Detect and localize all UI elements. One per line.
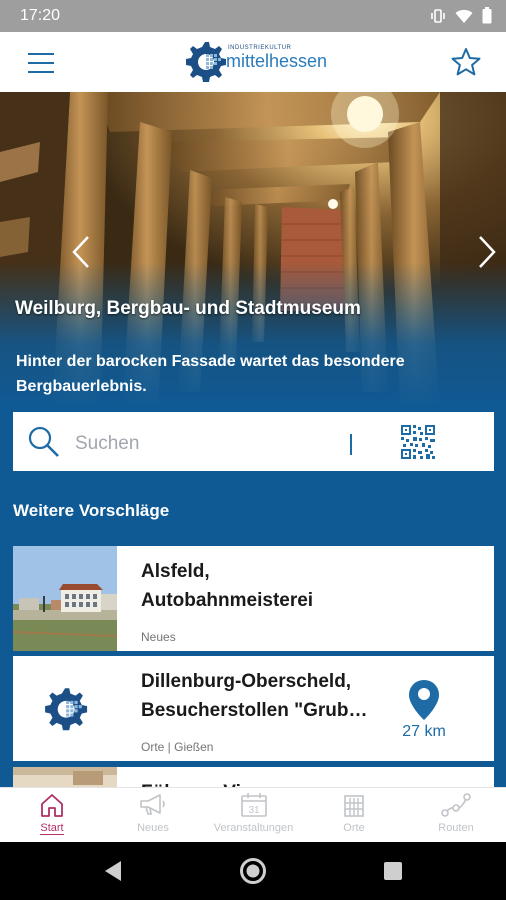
card-meta: Orte | Gießen — [141, 740, 214, 754]
hero-subtitle: Hinter der barocken Fassade wartet das b… — [16, 353, 405, 395]
system-navigation-bar — [0, 842, 506, 900]
star-outline-icon[interactable] — [450, 46, 482, 78]
wifi-icon — [455, 9, 473, 23]
card-title: Alsfeld, Autobahnmeisterei — [141, 557, 391, 615]
map-pin-icon — [409, 680, 439, 720]
status-time: 17:20 — [20, 7, 61, 24]
nav-routen[interactable]: Routen — [432, 792, 480, 834]
nav-label: Veranstaltungen — [213, 822, 294, 834]
suggestions-heading: Weitere Vorschläge — [13, 501, 170, 520]
logo-main-text: mittelhessen — [226, 51, 328, 71]
gear-logo-icon — [186, 42, 226, 82]
home-icon — [41, 794, 63, 817]
distance-text: 27 km — [402, 723, 446, 740]
route-icon — [441, 793, 471, 817]
suggestion-card[interactable]: Dillenburg-Oberscheld, Besucherstollen "… — [13, 656, 494, 761]
calendar-day: 31 — [248, 805, 260, 816]
card-title-line: Besucherstollen "Grub… — [141, 700, 368, 721]
distance-indicator: 27 km — [389, 679, 459, 741]
photo-viseum — [13, 767, 117, 787]
battery-icon — [482, 7, 492, 24]
card-title-line: Autobahnmeisterei — [141, 590, 314, 611]
photo-alsfeld — [13, 546, 117, 651]
megaphone-icon — [140, 794, 165, 815]
back-triangle-icon[interactable] — [103, 860, 123, 882]
calendar-icon: 31 — [240, 793, 267, 817]
nav-veranstaltungen[interactable]: 31 Veranstaltungen — [206, 792, 301, 834]
nav-orte[interactable]: Orte — [332, 792, 376, 834]
chevron-right-icon[interactable] — [476, 235, 498, 269]
home-circle-icon[interactable] — [239, 857, 267, 885]
nav-label: Orte — [343, 822, 365, 834]
search-input[interactable]: Suchen — [75, 433, 139, 455]
chevron-left-icon[interactable] — [70, 235, 92, 269]
content-area: Suchen Weitere Vorschläge Alsfeld, Autob… — [0, 411, 506, 787]
status-bar: 17:20 — [0, 0, 506, 32]
recents-square-icon[interactable] — [384, 862, 402, 880]
hero-title[interactable]: Weilburg, Bergbau- und Stadtmuseum — [15, 298, 361, 320]
bottom-navigation: Start Neues 31 Veranstaltungen Orte Rout… — [0, 787, 506, 843]
nav-label: Start — [40, 822, 64, 835]
building-icon — [344, 795, 364, 817]
text-cursor — [350, 434, 352, 455]
card-title-line: Dillenburg-Oberscheld, — [141, 671, 352, 692]
nav-label: Neues — [137, 822, 169, 834]
magnifier-icon[interactable] — [27, 425, 61, 459]
nav-label: Routen — [438, 822, 474, 834]
nav-start[interactable]: Start — [32, 792, 72, 835]
card-title: Dillenburg-Oberscheld, Besucherstollen "… — [141, 667, 391, 725]
suggestion-card[interactable]: Alsfeld, Autobahnmeisterei Neues — [13, 546, 494, 651]
suggestion-card[interactable]: Führung Viseum — [13, 767, 494, 787]
card-title-line: Alsfeld, — [141, 561, 210, 582]
search-bar[interactable]: Suchen — [13, 412, 494, 471]
card-title-line: Führung Viseum — [141, 778, 391, 787]
card-meta: Neues — [141, 630, 176, 644]
nav-neues[interactable]: Neues — [128, 792, 178, 834]
qr-code-icon[interactable] — [401, 425, 435, 459]
app-logo: INDUSTRIEKULTUR mittelhessen — [184, 37, 334, 87]
vibrate-icon — [431, 8, 445, 23]
card-title: Führung Viseum — [141, 778, 391, 787]
hamburger-icon[interactable] — [28, 53, 54, 73]
app-bar: INDUSTRIEKULTUR mittelhessen — [0, 32, 506, 92]
logo-thumbnail — [13, 656, 117, 761]
